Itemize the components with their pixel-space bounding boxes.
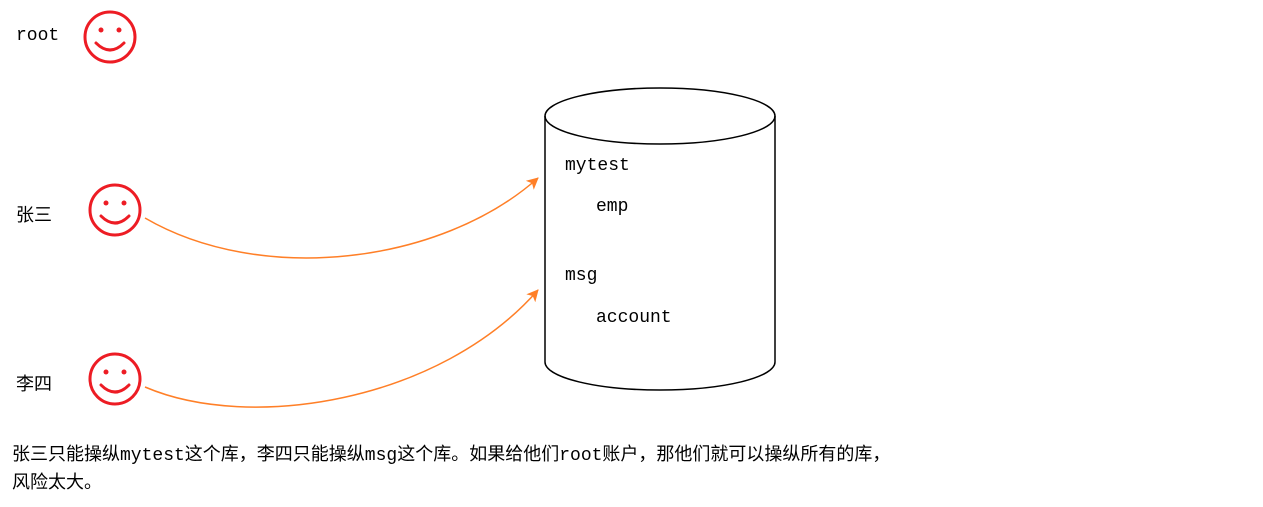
footer-line1: 张三只能操纵mytest这个库，李四只能操纵msg这个库。如果给他们root账户… — [12, 446, 890, 466]
user-label-zhangsan: 张三 — [16, 201, 52, 227]
footer-line2: 风险太大。 — [12, 474, 102, 494]
footer-text: 张三只能操纵mytest这个库，李四只能操纵msg这个库。如果给他们root账户… — [12, 442, 1242, 498]
db1-table: emp — [596, 197, 628, 217]
svg-overlay — [0, 0, 1263, 507]
database-cylinder-icon — [545, 88, 775, 390]
smiley-icon — [90, 185, 140, 235]
smiley-icon — [85, 12, 135, 62]
user-label-lisi: 李四 — [16, 370, 52, 396]
smiley-icon — [90, 354, 140, 404]
arrow-zhangsan-mytest — [145, 178, 538, 258]
arrow-lisi-msg — [145, 290, 538, 407]
user-label-root: root — [16, 26, 59, 46]
db1-name: mytest — [565, 156, 630, 176]
db2-name: msg — [565, 266, 597, 286]
db2-table: account — [596, 308, 672, 328]
diagram-stage: root 张三 李四 mytest emp msg account 张三只能操纵… — [0, 0, 1263, 507]
